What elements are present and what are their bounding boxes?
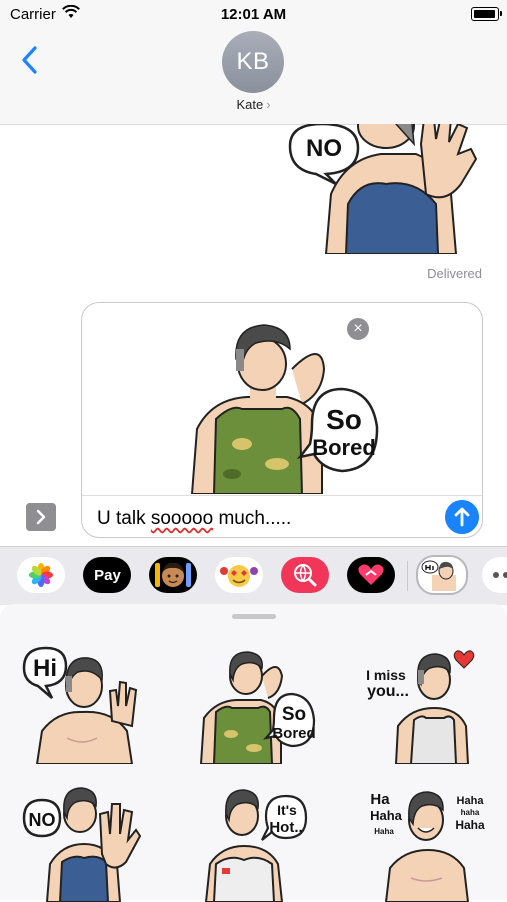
digital-touch-button[interactable] xyxy=(347,557,395,593)
sticker-i-miss-text-2: you... xyxy=(367,683,409,700)
compose-box[interactable]: So Bored × U talk sooooo much..... xyxy=(81,302,483,538)
sticker-its-hot-text-1: It's xyxy=(277,802,297,818)
apple-pay-label: Pay xyxy=(94,566,121,584)
sticker-haha-text-5: Haha xyxy=(455,818,485,832)
sticker-pack-icon xyxy=(421,560,456,591)
sticker-no-illustration: NO xyxy=(288,124,478,254)
message-text-start: U talk xyxy=(97,508,151,529)
attached-sticker-text-line2: Bored xyxy=(312,435,376,460)
conversation-header: KB Kate › xyxy=(0,28,507,125)
sticker-so-bored-text-1: So xyxy=(282,704,306,725)
battery-icon xyxy=(471,7,502,21)
sticker-drawer: Hi So Bored I miss you... NO It's Hot.. … xyxy=(0,604,507,902)
sticker-haha-text-4: haha xyxy=(461,808,480,817)
imessage-app-strip: Pay xyxy=(0,546,507,605)
sticker-haha-text-3: Haha xyxy=(457,795,485,807)
sticker-pack-app-button[interactable] xyxy=(416,555,468,595)
animoji-stickers-button[interactable] xyxy=(215,557,263,593)
sticker-its-hot[interactable]: It's Hot.. xyxy=(196,784,316,902)
contact-name: Kate xyxy=(236,97,264,112)
sticker-haha[interactable]: Ha Haha Haha haha Haha Haha xyxy=(366,784,486,902)
memoji-app-button[interactable] xyxy=(149,557,197,593)
remove-sticker-button[interactable]: × xyxy=(347,318,369,340)
delivery-status: Delivered xyxy=(427,266,482,281)
sticker-hi-text: Hi xyxy=(33,655,57,682)
sticker-no-drawer-text: NO xyxy=(29,810,56,830)
sticker-its-hot-text-2: Hot.. xyxy=(269,819,302,836)
more-dots-icon xyxy=(493,572,507,578)
sticker-no-text: NO xyxy=(306,135,342,162)
attached-sticker-text-line1: So xyxy=(326,404,362,435)
apple-pay-button[interactable]: Pay xyxy=(83,557,131,593)
photos-icon xyxy=(29,563,53,587)
contact-name-button[interactable]: Kate › xyxy=(0,97,507,112)
expand-apps-button[interactable] xyxy=(26,503,56,531)
misspelled-word[interactable]: sooooo xyxy=(151,508,213,529)
photos-app-button[interactable] xyxy=(17,557,65,593)
send-button[interactable] xyxy=(445,500,479,534)
sticker-haha-text-6: Haha xyxy=(374,827,394,836)
sticker-i-miss-you[interactable]: I miss you... xyxy=(366,646,486,764)
message-text-end: much..... xyxy=(213,508,292,529)
app-strip-separator xyxy=(407,561,408,591)
clock: 12:01 AM xyxy=(220,6,287,23)
sticker-so-bored[interactable]: So Bored xyxy=(196,646,316,764)
sticker-haha-text-2: Haha xyxy=(370,808,403,823)
message-input[interactable]: U talk sooooo much..... xyxy=(97,508,291,530)
sticker-no[interactable]: NO xyxy=(22,784,142,902)
sticker-haha-text-1: Ha xyxy=(370,791,390,808)
sticker-so-bored-text-2: Bored xyxy=(272,725,315,742)
globe-search-icon xyxy=(294,564,317,587)
sent-sticker-no[interactable]: NO xyxy=(286,124,486,254)
sticker-i-miss-text-1: I miss xyxy=(366,667,406,683)
more-apps-button[interactable] xyxy=(482,557,507,593)
heart-hands-icon xyxy=(358,564,384,585)
contact-chevron-icon: › xyxy=(266,97,271,112)
drawer-grabber[interactable] xyxy=(232,614,276,619)
emoji-stickers-icon xyxy=(220,565,258,587)
compose-divider xyxy=(82,495,482,496)
image-search-button[interactable] xyxy=(281,557,329,593)
contact-avatar[interactable]: KB xyxy=(222,31,284,93)
memoji-icon xyxy=(155,562,191,587)
status-bar: Carrier 12:01 AM xyxy=(0,0,507,28)
battery-fill xyxy=(474,10,495,18)
sticker-hi[interactable]: Hi xyxy=(22,646,142,764)
back-chevron-icon[interactable] xyxy=(18,42,42,78)
